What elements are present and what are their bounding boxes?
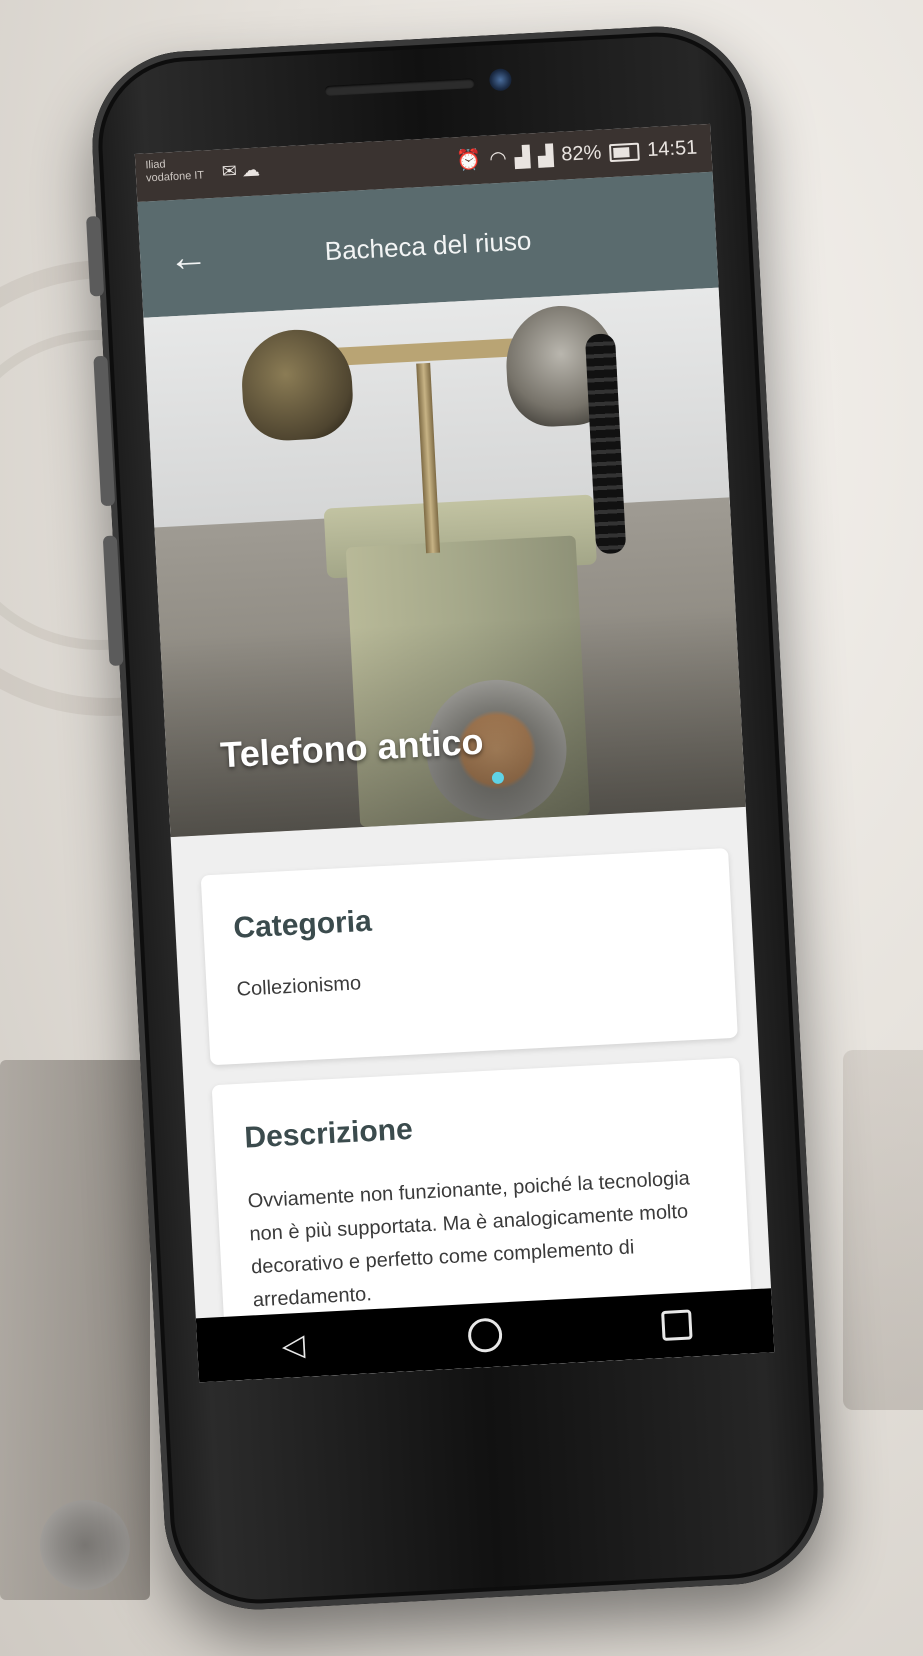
nav-back-icon[interactable]: ◁: [262, 1326, 324, 1364]
notification-icons: ✉ ☁: [221, 159, 260, 182]
alarm-icon: ⏰: [455, 148, 482, 173]
nav-home-button[interactable]: [454, 1317, 516, 1354]
signal-icon: ▟: [514, 146, 531, 170]
square-recents-icon: [661, 1309, 693, 1342]
app-title: Bacheca del riuso: [324, 225, 532, 267]
smartphone: Iliad vodafone IT ✉ ☁ ⏰ ◠ ▟ ▟ 82% 14:51: [86, 21, 829, 1615]
category-heading: Categoria: [232, 904, 373, 945]
category-value: Collezionismo: [236, 972, 362, 1001]
item-photo: Telefono antico: [143, 287, 746, 838]
phone-screen: Iliad vodafone IT ✉ ☁ ⏰ ◠ ▟ ▟ 82% 14:51: [134, 123, 775, 1383]
stage: Iliad vodafone IT ✉ ☁ ⏰ ◠ ▟ ▟ 82% 14:51: [0, 0, 923, 1656]
cloud-icon: ☁: [241, 159, 261, 181]
battery-icon: [608, 142, 640, 162]
mail-icon: ✉: [221, 160, 238, 182]
signal-icon: ▟: [537, 145, 554, 168]
circle-home-icon: [467, 1317, 503, 1354]
description-heading: Descrizione: [243, 1112, 414, 1155]
category-card: Categoria Collezionismo: [200, 847, 738, 1066]
nav-recents-button[interactable]: [646, 1309, 707, 1342]
status-right: ⏰ ◠ ▟ ▟ 82% 14:51: [456, 136, 698, 174]
carrier-secondary: vodafone IT: [145, 169, 205, 185]
background-camera-lens: [40, 1500, 130, 1590]
clock: 14:51: [646, 136, 698, 162]
wifi-icon: ◠: [488, 147, 508, 171]
carrier-info: Iliad vodafone IT: [145, 156, 204, 185]
battery-percent: 82%: [560, 141, 602, 166]
background-object-right: [843, 1050, 923, 1410]
